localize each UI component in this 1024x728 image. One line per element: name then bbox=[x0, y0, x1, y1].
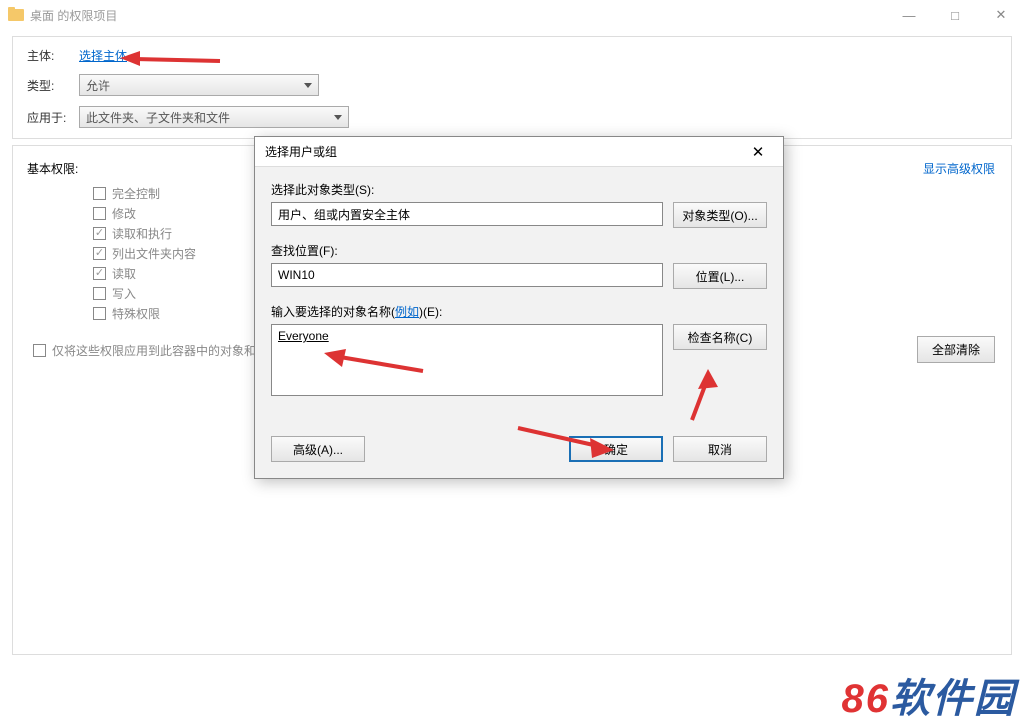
ok-button[interactable]: 确定 bbox=[569, 436, 663, 462]
checkbox-icon bbox=[93, 207, 106, 220]
principal-label: 主体: bbox=[27, 47, 79, 64]
dialog-body: 选择此对象类型(S): 对象类型(O)... 查找位置(F): 位置(L)...… bbox=[255, 167, 783, 426]
checkbox-icon bbox=[93, 287, 106, 300]
spacer bbox=[375, 436, 559, 462]
location-label: 查找位置(F): bbox=[271, 242, 767, 259]
applies-label: 应用于: bbox=[27, 109, 79, 126]
check-names-button[interactable]: 检查名称(C) bbox=[673, 324, 767, 350]
select-principal-link[interactable]: 选择主体 bbox=[79, 47, 127, 64]
object-type-field[interactable] bbox=[271, 202, 663, 226]
advanced-button[interactable]: 高级(A)... bbox=[271, 436, 365, 462]
select-user-group-dialog: 选择用户或组 ✕ 选择此对象类型(S): 对象类型(O)... 查找位置(F):… bbox=[254, 136, 784, 479]
watermark: 86软件园 bbox=[842, 666, 1017, 724]
close-button[interactable]: ✕ bbox=[978, 0, 1024, 30]
minimize-button[interactable]: — bbox=[886, 0, 932, 30]
checkbox-icon bbox=[93, 247, 106, 260]
type-select[interactable]: 允许 bbox=[79, 74, 319, 96]
applies-row: 应用于: 此文件夹、子文件夹和文件 bbox=[27, 106, 997, 128]
object-type-label: 选择此对象类型(S): bbox=[271, 181, 767, 198]
object-name-input[interactable]: Everyone bbox=[271, 324, 663, 396]
checkbox-icon bbox=[93, 187, 106, 200]
checkbox-icon bbox=[93, 267, 106, 280]
locations-button[interactable]: 位置(L)... bbox=[673, 263, 767, 289]
dialog-footer: 高级(A)... 确定 取消 bbox=[255, 426, 783, 478]
checkbox-icon bbox=[93, 227, 106, 240]
location-field[interactable] bbox=[271, 263, 663, 287]
folder-icon bbox=[8, 9, 24, 21]
dialog-close-button[interactable]: ✕ bbox=[743, 143, 773, 161]
titlebar: 桌面 的权限项目 — □ ✕ bbox=[0, 0, 1024, 30]
dialog-title: 选择用户或组 bbox=[265, 143, 337, 160]
clear-all-button[interactable]: 全部清除 bbox=[917, 336, 995, 363]
applies-select[interactable]: 此文件夹、子文件夹和文件 bbox=[79, 106, 349, 128]
window-title: 桌面 的权限项目 bbox=[30, 7, 117, 24]
object-name-label: 输入要选择的对象名称(例如)(E): bbox=[271, 303, 767, 320]
object-types-button[interactable]: 对象类型(O)... bbox=[673, 202, 767, 228]
example-link[interactable]: 例如 bbox=[395, 305, 419, 319]
maximize-button[interactable]: □ bbox=[932, 0, 978, 30]
show-advanced-permissions-link[interactable]: 显示高级权限 bbox=[923, 160, 995, 177]
principal-row: 主体: 选择主体 bbox=[27, 47, 997, 64]
checkbox-icon bbox=[93, 307, 106, 320]
type-label: 类型: bbox=[27, 77, 79, 94]
type-row: 类型: 允许 bbox=[27, 74, 997, 96]
checkbox-icon bbox=[33, 344, 46, 357]
principal-panel: 主体: 选择主体 类型: 允许 应用于: 此文件夹、子文件夹和文件 bbox=[12, 36, 1012, 139]
dialog-titlebar: 选择用户或组 ✕ bbox=[255, 137, 783, 167]
cancel-button[interactable]: 取消 bbox=[673, 436, 767, 462]
window-controls: — □ ✕ bbox=[886, 0, 1024, 30]
